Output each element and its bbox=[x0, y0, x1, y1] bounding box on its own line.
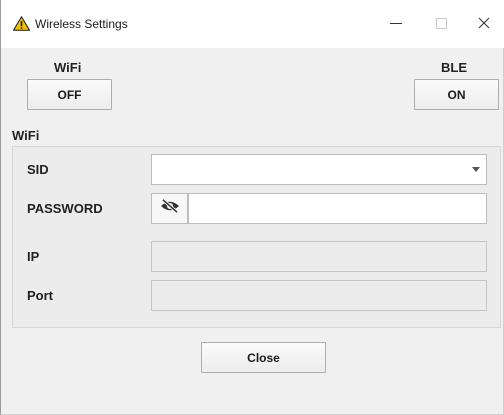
minimize-icon bbox=[390, 16, 402, 34]
ip-field[interactable] bbox=[151, 241, 487, 272]
port-label: Port bbox=[27, 288, 53, 303]
ble-toggle-label: BLE bbox=[441, 60, 467, 75]
wifi-section-label: WiFi bbox=[12, 128, 40, 143]
warning-icon bbox=[12, 15, 31, 31]
sid-label: SID bbox=[27, 162, 49, 177]
wireless-settings-window: Wireless Settings WiFi OFF BLE ON WiFi S… bbox=[0, 0, 504, 415]
maximize-button[interactable] bbox=[421, 8, 461, 42]
wifi-toggle-label: WiFi bbox=[54, 60, 82, 75]
ble-toggle-button[interactable]: ON bbox=[414, 79, 499, 110]
ip-label: IP bbox=[27, 249, 40, 264]
title-bar: Wireless Settings bbox=[1, 0, 504, 48]
eye-slash-icon bbox=[160, 198, 180, 218]
minimize-button[interactable] bbox=[376, 8, 416, 42]
password-label: PASSWORD bbox=[27, 201, 103, 216]
close-window-button[interactable] bbox=[464, 8, 504, 42]
close-icon bbox=[478, 16, 490, 34]
maximize-icon bbox=[435, 16, 447, 34]
password-input[interactable] bbox=[188, 193, 487, 224]
password-visibility-toggle[interactable] bbox=[151, 193, 188, 224]
close-button[interactable]: Close bbox=[201, 342, 326, 373]
chevron-down-icon[interactable] bbox=[466, 155, 486, 184]
wifi-toggle-button[interactable]: OFF bbox=[27, 79, 112, 110]
window-title: Wireless Settings bbox=[35, 17, 128, 31]
sid-combobox[interactable] bbox=[151, 154, 487, 185]
port-field[interactable] bbox=[151, 280, 487, 311]
